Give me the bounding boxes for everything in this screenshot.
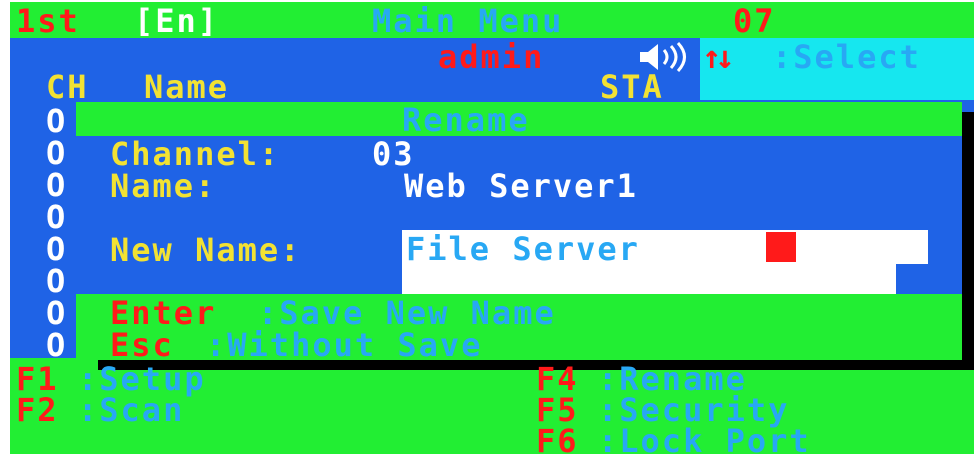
- enter-action[interactable]: :Save New Name: [258, 297, 556, 329]
- channel-mark: O: [46, 326, 68, 364]
- column-name: Name: [144, 68, 230, 106]
- column-ch: CH: [46, 68, 89, 106]
- dialog-title: Rename: [402, 101, 530, 139]
- channel-label: Channel:: [110, 135, 281, 173]
- enter-key[interactable]: Enter: [110, 297, 216, 329]
- select-hint: :Select: [772, 38, 921, 76]
- name-label: Name:: [110, 167, 217, 205]
- new-name-label: New Name:: [110, 231, 302, 269]
- channel-mark: O: [46, 262, 68, 300]
- channel-mark: O: [46, 102, 68, 140]
- lock-port-label[interactable]: :Lock Port: [598, 425, 811, 457]
- page-indicator: 1st: [16, 2, 80, 40]
- channel-mark: O: [46, 134, 68, 172]
- current-name: Web Server1: [404, 167, 638, 205]
- channel-mark: O: [46, 294, 68, 332]
- column-sta: STA: [600, 68, 664, 106]
- channel-mark: O: [46, 198, 68, 236]
- menu-number: 07: [733, 2, 776, 40]
- new-name-input-lower[interactable]: [402, 264, 896, 294]
- user-name: admin: [438, 38, 545, 76]
- language-indicator: [En]: [134, 2, 220, 40]
- esc-key[interactable]: Esc: [110, 329, 174, 361]
- f6-key[interactable]: F6: [536, 425, 579, 457]
- esc-action[interactable]: :Without Save: [206, 329, 482, 361]
- text-cursor: [766, 232, 796, 262]
- f2-key[interactable]: F2: [16, 394, 59, 426]
- channel-value: 03: [372, 135, 415, 173]
- scan-label[interactable]: :Scan: [78, 394, 184, 426]
- up-down-arrows: ↑↓: [702, 38, 734, 76]
- channel-mark: O: [46, 166, 68, 204]
- channel-mark: O: [46, 230, 68, 268]
- new-name-value[interactable]: File Server: [406, 233, 640, 265]
- language-label: En: [155, 2, 198, 40]
- menu-title: Main Menu: [372, 2, 564, 40]
